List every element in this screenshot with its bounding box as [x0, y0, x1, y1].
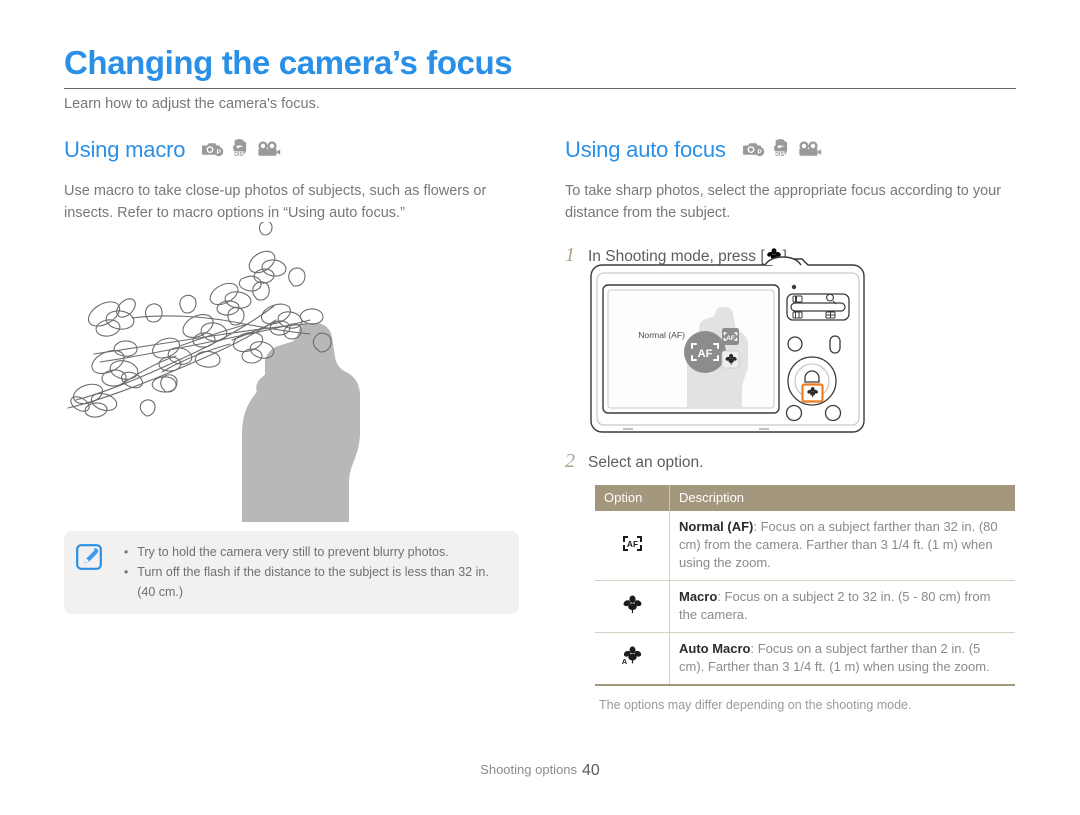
- tip-item-text: Turn off the flash if the distance to th…: [137, 565, 489, 599]
- tip-item-text: Try to hold the camera very still to pre…: [137, 545, 449, 559]
- tip-list: • Try to hold the camera very still to p…: [114, 542, 509, 602]
- svg-text:AF: AF: [626, 539, 637, 549]
- camera-back-illustration: AF Normal (AF) AF: [583, 256, 873, 451]
- movie-mode-icon: [257, 137, 281, 163]
- function-button: [787, 336, 803, 352]
- page-title: Changing the camera’s focus: [64, 44, 513, 81]
- left-column: Using macro P DIS Use macro to take clos…: [64, 136, 524, 224]
- option-name: Auto Macro: [679, 641, 751, 656]
- macro-flower-icon: [623, 595, 642, 617]
- mode-icon-group-right: P DIS: [742, 137, 822, 163]
- focus-options-table: Option Description AF Normal (AF): Focus…: [595, 485, 1015, 686]
- manual-page: Changing the camera’s focus Learn how to…: [0, 0, 1080, 815]
- ok-button: [804, 370, 820, 383]
- table-row: Macro: Focus on a subject 2 to 32 in. (5…: [595, 580, 1015, 633]
- page-intro: Learn how to adjust the camera's focus.: [64, 96, 320, 112]
- playback-button: [829, 335, 841, 354]
- dis-mode-icon: DIS: [772, 137, 791, 163]
- af-icon: AF: [622, 535, 643, 556]
- option-description: : Focus on a subject 2 to 32 in. (5 - 80…: [679, 589, 991, 622]
- svg-text:DIS: DIS: [775, 152, 784, 157]
- step-2-block: 2 Select an option. Option Description A…: [565, 450, 1020, 712]
- auto-macro-icon: A: [621, 646, 643, 669]
- movie-mode-icon: [798, 137, 822, 163]
- footer-page-number: 40: [582, 762, 600, 779]
- menu-button: [785, 404, 803, 422]
- step-text: Select an option.: [588, 454, 704, 471]
- option-icon-cell: A: [595, 632, 670, 686]
- tip-item: • Try to hold the camera very still to p…: [124, 542, 509, 562]
- note-pen-icon: [76, 542, 114, 602]
- step-number: 1: [565, 244, 575, 266]
- dis-mode-icon: DIS: [231, 137, 250, 163]
- table-footnote: The options may differ depending on the …: [599, 698, 912, 712]
- table-row: AF Normal (AF): Focus on a subject farth…: [595, 511, 1015, 581]
- status-lamp: [791, 284, 797, 290]
- option-description-cell: Macro: Focus on a subject 2 to 32 in. (5…: [669, 580, 1015, 633]
- option-description-cell: Auto Macro: Focus on a subject farther t…: [669, 632, 1015, 686]
- camera-p-mode-icon: P: [202, 137, 224, 163]
- option-description-cell: Normal (AF): Focus on a subject farther …: [669, 511, 1015, 581]
- page-footer: Shooting options 40: [0, 762, 1080, 780]
- option-icon-cell: AF: [595, 511, 670, 581]
- table-row: A Auto Macro: Focus on a subject farther…: [595, 632, 1015, 686]
- svg-text:AF: AF: [698, 348, 713, 360]
- section-heading-using-macro: Using macro P DIS: [64, 136, 524, 164]
- svg-text:AF: AF: [726, 335, 735, 342]
- svg-text:P: P: [217, 149, 222, 156]
- fn-button: [824, 404, 842, 422]
- column-header-option: Option: [595, 485, 670, 511]
- svg-text:A: A: [622, 657, 628, 666]
- section-heading-label: Using auto focus: [565, 137, 726, 162]
- camera-p-mode-icon: P: [742, 137, 765, 163]
- step-number: 2: [565, 450, 575, 472]
- column-header-description: Description: [669, 485, 1015, 511]
- tip-item: • Turn off the flash if the distance to …: [124, 562, 509, 602]
- tip-box: • Try to hold the camera very still to p…: [64, 531, 519, 614]
- option-name: Macro: [679, 589, 718, 604]
- left-body-text: Use macro to take close-up photos of sub…: [64, 183, 487, 221]
- title-divider: [64, 88, 1016, 89]
- bullet-icon: •: [124, 545, 129, 559]
- footer-section-label: Shooting options: [480, 762, 578, 777]
- svg-text:DIS: DIS: [235, 152, 244, 157]
- magnolia-branch-photographer-illustration: [62, 220, 412, 527]
- right-column: Using auto focus P DIS To take sharp pho…: [565, 136, 1020, 267]
- lcd-mode-label: Normal (AF): [638, 330, 685, 340]
- option-name: Normal (AF): [679, 519, 754, 534]
- section-heading-using-auto-focus: Using auto focus P DIS: [565, 136, 1020, 164]
- step-2: 2 Select an option.: [565, 450, 1020, 473]
- section-heading-label: Using macro: [64, 137, 186, 162]
- mode-icon-group-left: P DIS: [202, 137, 281, 163]
- option-icon-cell: [595, 580, 670, 633]
- right-body-text: To take sharp photos, select the appropr…: [565, 183, 1002, 221]
- bullet-icon: •: [124, 565, 129, 579]
- table-header-row: Option Description: [595, 485, 1015, 511]
- svg-text:P: P: [757, 149, 762, 156]
